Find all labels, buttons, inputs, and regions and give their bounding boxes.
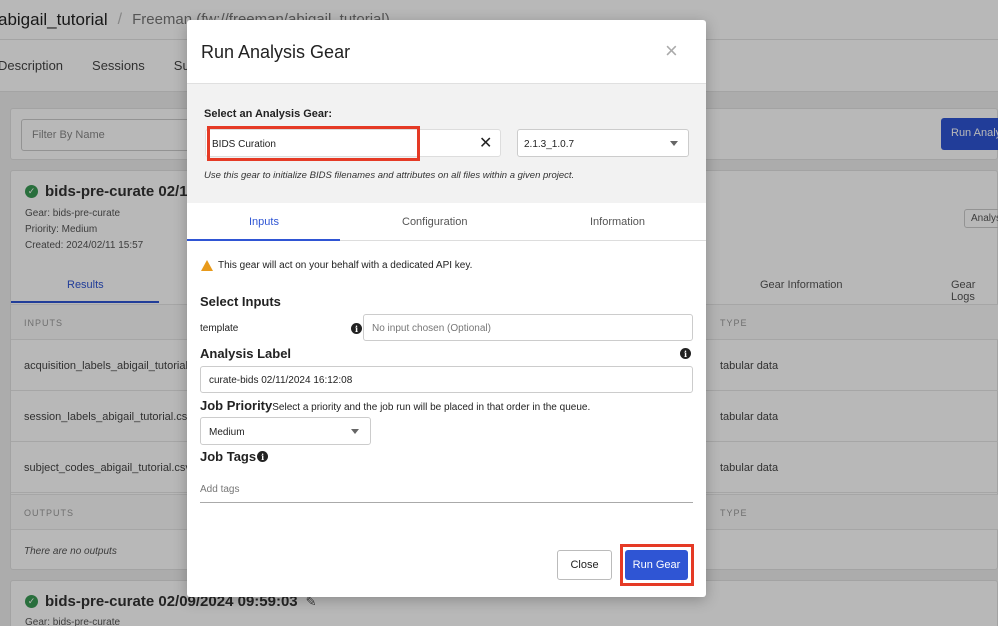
info-icon[interactable]: i <box>257 451 269 462</box>
version-select[interactable]: 2.1.3_1.0.7 <box>517 129 689 157</box>
job-priority-title: Job Priority <box>200 398 273 413</box>
warning-text: This gear will act on your behalf with a… <box>218 260 473 271</box>
analysis-label-title: Analysis Label <box>200 346 292 361</box>
chevron-down-icon <box>670 141 678 146</box>
template-label: template <box>200 323 239 334</box>
job-tags-title: Job Tags <box>200 449 257 464</box>
job-tags-row: Job Tags i <box>200 449 269 464</box>
close-button[interactable]: Close <box>557 550 612 580</box>
active-tab-indicator <box>187 239 340 241</box>
tags-input[interactable]: Add tags <box>200 478 693 503</box>
select-inputs-title: Select Inputs <box>200 294 281 309</box>
template-placeholder: No input chosen (Optional) <box>372 323 491 334</box>
close-icon[interactable]: × <box>665 38 678 64</box>
info-icon[interactable]: i <box>680 348 691 359</box>
version-value: 2.1.3_1.0.7 <box>524 139 575 150</box>
modal-tabs: Inputs Configuration Information <box>187 203 706 241</box>
modal-title: Run Analysis Gear <box>201 42 351 62</box>
warning-icon <box>201 260 213 271</box>
tags-placeholder: Add tags <box>200 484 240 495</box>
chevron-down-icon <box>351 429 359 434</box>
priority-select[interactable]: Medium <box>200 417 371 445</box>
tab-inputs[interactable]: Inputs <box>249 216 279 228</box>
job-priority-description: Select a priority and the job run will b… <box>272 402 591 413</box>
modal-header: Run Analysis Gear × <box>187 20 706 83</box>
template-input[interactable]: No input chosen (Optional) <box>363 314 693 341</box>
gear-select-section: Select an Analysis Gear: BIDS Curation ✕… <box>187 83 706 203</box>
tab-information[interactable]: Information <box>590 216 645 228</box>
priority-value: Medium <box>209 427 245 438</box>
gear-description: Use this gear to initialize BIDS filenam… <box>204 170 575 181</box>
highlight-box <box>620 544 694 586</box>
select-gear-label: Select an Analysis Gear: <box>204 108 332 120</box>
info-icon[interactable]: i <box>351 323 362 334</box>
run-analysis-gear-modal: Run Analysis Gear × Select an Analysis G… <box>187 20 706 597</box>
analysis-label-input[interactable]: curate-bids 02/11/2024 16:12:08 <box>200 366 693 393</box>
job-priority-row: Job Priority Select a priority and the j… <box>200 398 590 413</box>
analysis-label-value: curate-bids 02/11/2024 16:12:08 <box>209 375 353 386</box>
tab-configuration[interactable]: Configuration <box>402 216 467 228</box>
api-key-warning: This gear will act on your behalf with a… <box>201 260 472 271</box>
clear-icon[interactable]: ✕ <box>479 133 492 153</box>
highlight-box <box>207 126 420 161</box>
